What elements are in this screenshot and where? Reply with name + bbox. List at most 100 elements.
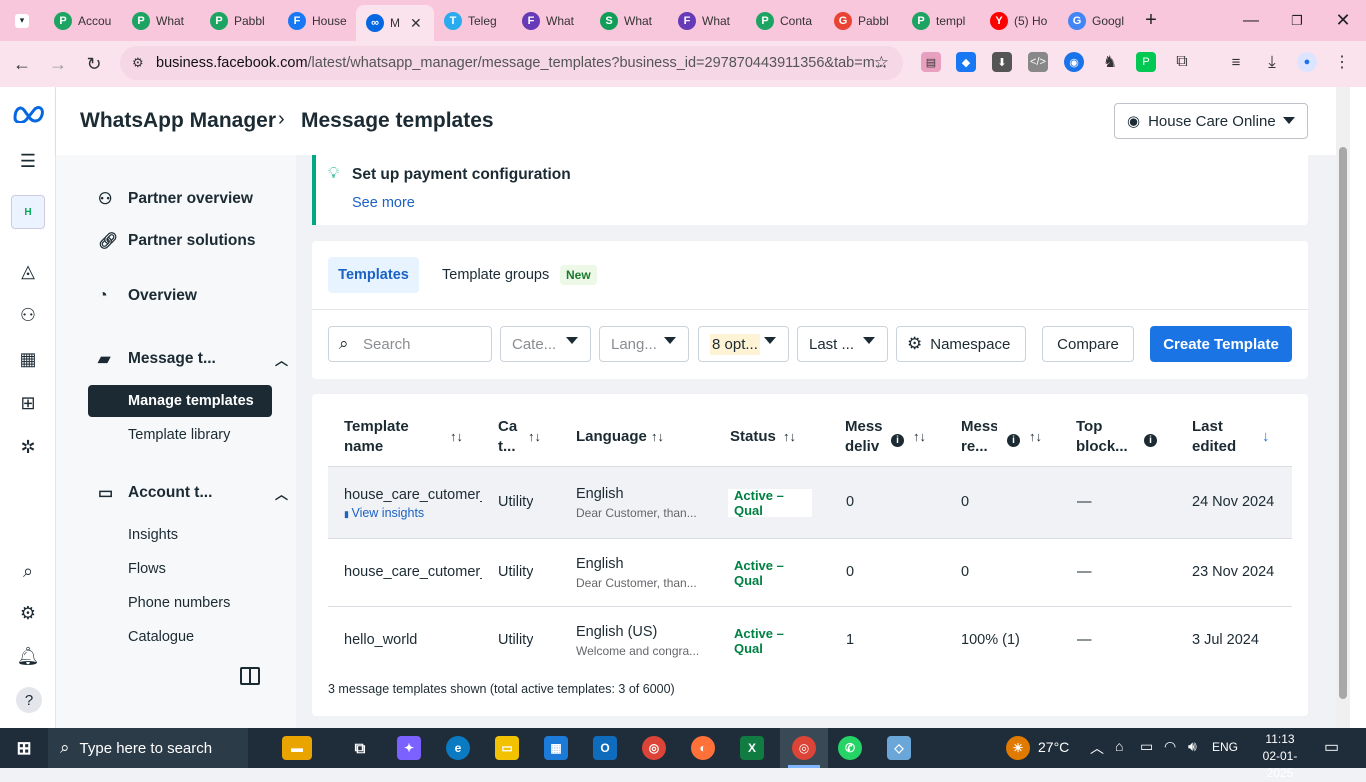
browser-tab[interactable]: G Pabbl [824,0,902,41]
nav-partner-solutions[interactable]: 🔗︎ Partner solutions [98,231,255,251]
col-status[interactable]: Status [730,427,776,447]
site-info-icon[interactable]: ⚙ [132,55,144,71]
taskbar-search-box[interactable]: ⌕ Type here to search [48,728,248,768]
address-bar[interactable]: ⚙ business.facebook.com/latest/whatsapp_… [120,46,903,80]
browser-tab[interactable]: T Teleg [434,0,512,41]
sort-icon[interactable]: ↑↓ [651,429,664,444]
nav-manage-templates[interactable]: Manage templates [88,385,272,417]
nav-catalogue[interactable]: Catalogue [128,629,194,645]
hamburger-menu-icon[interactable]: ☰ [16,149,40,173]
template-name-link[interactable]: house_care_cutomer_r [344,564,482,580]
meta-logo-icon[interactable] [12,101,46,125]
browser-tab[interactable]: S What [590,0,668,41]
compare-button[interactable]: Compare [1042,326,1134,362]
status-options-dropdown[interactable]: 8 opt... [698,326,789,362]
sort-icon[interactable]: ↑↓ [1029,429,1042,444]
whatsapp-icon[interactable]: ✆ [838,736,862,760]
windows-start-icon[interactable]: ⊞ [12,736,36,760]
sort-icon[interactable]: ↑↓ [783,429,796,444]
table-row[interactable]: house_care_cutomer_r ▮ View insights Utili… [328,466,1292,538]
browser-tab[interactable]: Y (5) Ho [980,0,1058,41]
date-range-dropdown[interactable]: Last ... [797,326,888,362]
extension-5-icon[interactable]: ◉ [1064,52,1084,72]
nav-account-tools[interactable]: ▭ Account t... ︿ [98,483,288,503]
nav-phone-numbers[interactable]: Phone numbers [128,595,230,611]
browser-tab[interactable]: P What [122,0,200,41]
chrome-icon[interactable]: ◎ [642,736,666,760]
browser-tab[interactable]: P Pabbl [200,0,278,41]
notification-center-icon[interactable]: ▭ [1324,737,1339,757]
language-indicator[interactable]: ENG [1212,740,1238,754]
groups-icon[interactable]: ✲ [16,435,40,459]
volume-icon[interactable]: 🔊︎ [1188,738,1197,755]
tab-templates[interactable]: Templates [328,257,419,293]
wifi-icon[interactable]: ◠ [1164,738,1176,755]
sort-icon[interactable]: ↑↓ [913,429,926,444]
col-messages-read[interactable]: Mess re... [961,417,997,457]
browser-tab[interactable]: Ptempl [902,0,980,41]
settings-icon[interactable]: ⚙ [16,601,40,625]
sort-desc-icon[interactable]: ↓ [1262,428,1270,445]
view-insights-link[interactable]: ▮ View insights [344,506,424,520]
extension-6-icon[interactable]: ♞ [1100,52,1120,72]
close-window-button[interactable]: ✕ [1320,0,1366,41]
task-view-icon[interactable]: ⧉ [348,736,372,760]
back-button[interactable]: ← [4,46,40,82]
browser-tab[interactable]: F What [668,0,746,41]
outlook-icon[interactable]: O [593,736,617,760]
browser-tab[interactable]: G Googl [1058,0,1136,41]
extension-4-icon[interactable]: </> [1028,52,1048,72]
pages-icon[interactable]: ▦ [16,347,40,371]
breadcrumb-app[interactable]: WhatsApp Manager [80,109,276,133]
col-template-name[interactable]: Template name [344,417,409,457]
namespace-button[interactable]: ⚙ Namespace [896,326,1026,362]
tab-template-groups[interactable]: Template groups [442,267,549,283]
clock[interactable]: 11:13 02-01-2025 [1250,731,1310,782]
col-language[interactable]: Language [576,427,647,447]
maximize-button[interactable]: ❐ [1274,0,1320,41]
excel-icon[interactable]: X [740,736,764,760]
help-icon[interactable]: ? [16,687,42,713]
browser-tab[interactable]: P Conta [746,0,824,41]
weather-icon[interactable]: ☀ [1006,736,1030,760]
collapse-sidebar-icon[interactable] [240,667,260,685]
template-name-link[interactable]: house_care_cutomer_r [344,487,482,503]
display-icon[interactable]: ▭ [1140,738,1153,755]
col-messages-delivered[interactable]: Mess deliv [845,417,885,457]
firefox-icon[interactable]: ◐ [691,736,715,760]
notifications-icon[interactable]: 🔔︎ [16,644,40,668]
tools-icon[interactable]: ⊞ [16,391,40,415]
scrollbar-thumb[interactable] [1339,147,1347,699]
search-input[interactable]: ⌕ Search [328,326,492,362]
extension-3-icon[interactable]: ⬇ [992,52,1012,72]
banner-see-more-link[interactable]: See more [352,195,415,211]
extension-1-icon[interactable]: ▤ [921,52,941,72]
extension-2-icon[interactable]: ◆ [956,52,976,72]
download-icon[interactable]: ⤓ [1262,52,1282,72]
browser-tab[interactable]: F House [278,0,356,41]
briefcase-icon[interactable]: ▬ [282,736,312,760]
tab-search-button[interactable]: ▾ [0,0,44,41]
col-top-block-reason[interactable]: Top block... [1076,417,1128,457]
bookmark-star-icon[interactable]: ☆ [874,53,889,73]
close-tab-icon[interactable]: ✕ [410,15,422,32]
active-chrome-taskbar-item[interactable]: ◎ [780,728,828,768]
reload-button[interactable]: ↻ [76,46,112,82]
forward-button[interactable]: → [40,46,76,82]
new-tab-button[interactable]: + [1136,0,1166,41]
template-name-link[interactable]: hello_world [344,632,482,648]
minimize-button[interactable]: — [1228,0,1274,41]
info-icon[interactable]: i [891,430,904,447]
extensions-puzzle-icon[interactable]: ⧉ [1172,52,1192,72]
people-icon[interactable]: ⚇ [16,303,40,327]
store-icon[interactable]: ▦ [544,736,568,760]
extension-7-icon[interactable]: P [1136,52,1156,72]
col-last-edited[interactable]: Last edited [1192,417,1236,457]
copilot-icon[interactable]: ✦ [397,736,421,760]
browser-tab[interactable]: ∞ M ✕ [356,5,434,41]
app-icon[interactable]: ◇ [887,736,911,760]
reading-list-icon[interactable]: ≡ [1226,52,1246,72]
category-dropdown[interactable]: Cate... [500,326,591,362]
account-selector[interactable]: ◉ House Care Online [1114,103,1308,139]
sort-icon[interactable]: ↑↓ [528,429,541,444]
